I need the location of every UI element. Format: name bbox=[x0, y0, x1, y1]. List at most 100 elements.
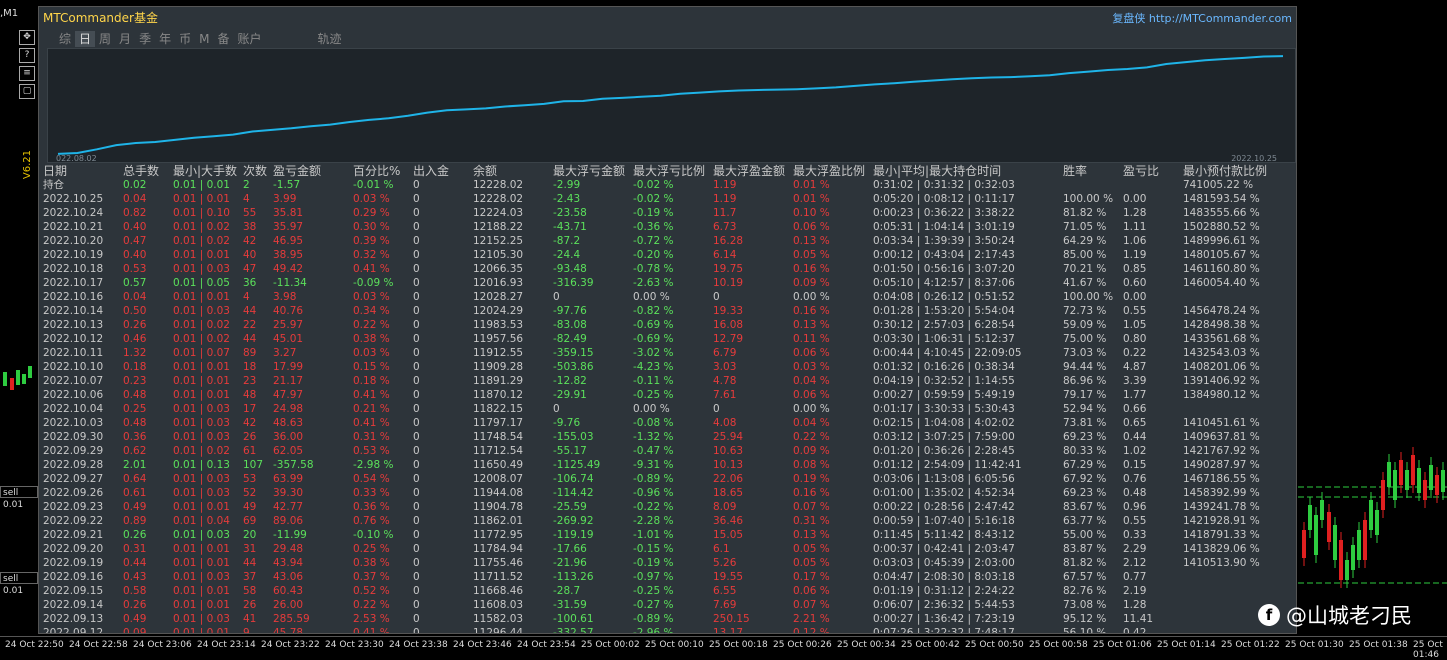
table-cell: -97.76 bbox=[553, 305, 587, 317]
table-cell: 11957.56 bbox=[473, 333, 524, 345]
table-cell: 0 bbox=[413, 403, 420, 415]
table-cell: -316.39 bbox=[553, 277, 594, 289]
column-header[interactable]: 次数 bbox=[243, 164, 267, 178]
table-cell: 2022.10.13 bbox=[43, 319, 104, 331]
column-header[interactable]: 最大浮亏比例 bbox=[633, 164, 705, 178]
column-header[interactable]: 最小预付款比例 bbox=[1183, 164, 1267, 178]
table-cell: -0.15 % bbox=[633, 543, 674, 555]
table-cell: 0.03 % bbox=[793, 361, 830, 373]
column-header[interactable]: 最小|大手数 bbox=[173, 164, 237, 178]
column-header[interactable]: 盈亏比 bbox=[1123, 164, 1159, 178]
column-header[interactable]: 最大浮盈比例 bbox=[793, 164, 865, 178]
table-cell: 0 bbox=[413, 431, 420, 443]
table-cell: 0.01 | 0.02 bbox=[173, 235, 230, 247]
table-cell: -2.63 % bbox=[633, 277, 674, 289]
table-cell: 0.25 bbox=[123, 403, 147, 415]
column-header[interactable]: 盈亏金额 bbox=[273, 164, 321, 178]
column-header[interactable]: 百分比% bbox=[353, 164, 400, 178]
table-cell: 0.33 bbox=[1123, 529, 1147, 541]
tab-9[interactable]: 账户 bbox=[233, 31, 265, 47]
candle bbox=[1387, 462, 1391, 487]
table-cell: 37 bbox=[243, 571, 257, 583]
table-cell: 0.01 | 0.01 bbox=[173, 627, 230, 634]
table-cell: 0 bbox=[413, 277, 420, 289]
table-cell: 741005.22 % bbox=[1183, 179, 1254, 191]
table-cell: 0 bbox=[553, 291, 560, 303]
table-cell: -0.47 % bbox=[633, 445, 674, 457]
table-cell: 2022.10.04 bbox=[43, 403, 104, 415]
candle bbox=[1429, 465, 1433, 490]
table-cell: 2022.10.14 bbox=[43, 305, 104, 317]
tab-4[interactable]: 季 bbox=[135, 31, 155, 47]
table-cell: 0.04 bbox=[123, 193, 147, 205]
table-cell: 0.31 % bbox=[353, 431, 390, 443]
table-cell: 2.12 bbox=[1123, 557, 1147, 569]
table-cell: 0.01 | 0.01 bbox=[173, 291, 230, 303]
table-cell: 0.26 bbox=[123, 599, 147, 611]
table-cell: 0.48 bbox=[1123, 487, 1147, 499]
table-cell: 0 bbox=[413, 459, 420, 471]
column-header[interactable]: 出入金 bbox=[413, 164, 449, 178]
tab-1[interactable]: 日 bbox=[75, 31, 96, 47]
watermark: f @山城老刁民 bbox=[1258, 600, 1412, 630]
table-cell: 0.01 | 0.01 bbox=[173, 193, 230, 205]
table-cell: -9.76 bbox=[553, 417, 581, 429]
table-cell: 107 bbox=[243, 459, 264, 471]
table-cell: 0 bbox=[413, 571, 420, 583]
table-cell: 63.99 bbox=[273, 473, 304, 485]
table-cell: 1480105.67 % bbox=[1183, 249, 1260, 261]
table-cell: 11784.94 bbox=[473, 543, 524, 555]
table-cell: 0:03:30 | 1:06:31 | 5:12:37 bbox=[873, 333, 1015, 345]
time-tick: 25 Oct 00:10 bbox=[645, 640, 704, 650]
table-cell: 11870.12 bbox=[473, 389, 524, 401]
tab-0[interactable]: 综 bbox=[55, 31, 75, 47]
table-cell: 1.32 bbox=[123, 347, 147, 359]
table-cell: 0:05:10 | 4:12:57 | 8:37:06 bbox=[873, 277, 1015, 289]
candle bbox=[1369, 500, 1373, 530]
table-cell: -269.92 bbox=[553, 515, 594, 527]
table-cell: 80.33 % bbox=[1063, 445, 1107, 457]
panel-title: MTCommander基金 bbox=[43, 11, 158, 25]
tab-2[interactable]: 周 bbox=[95, 31, 115, 47]
table-cell: 0.31 % bbox=[793, 515, 830, 527]
table-cell: 36.00 bbox=[273, 431, 304, 443]
table-cell: 0.03 % bbox=[353, 193, 390, 205]
table-cell: 0.01 | 0.03 bbox=[173, 263, 230, 275]
candle bbox=[1345, 560, 1349, 580]
tab-6[interactable]: 币 bbox=[175, 31, 195, 47]
column-header[interactable]: 胜率 bbox=[1063, 164, 1087, 178]
tab-5[interactable]: 年 bbox=[155, 31, 175, 47]
column-header[interactable]: 余额 bbox=[473, 164, 497, 178]
table-cell: 11822.15 bbox=[473, 403, 524, 415]
table-cell: 0 bbox=[413, 487, 420, 499]
table-cell: 0.57 bbox=[123, 277, 147, 289]
tab-3[interactable]: 月 bbox=[115, 31, 135, 47]
table-cell: 0 bbox=[413, 543, 420, 555]
table-cell: 19.75 bbox=[713, 263, 744, 275]
column-header[interactable]: 最大浮盈金额 bbox=[713, 164, 785, 178]
tab-10[interactable]: 轨迹 bbox=[314, 31, 346, 47]
watermark-text: @山城老刁民 bbox=[1286, 604, 1412, 628]
table-cell: 0.18 bbox=[123, 361, 147, 373]
time-tick: 25 Oct 01:06 bbox=[1093, 640, 1152, 650]
table-row: 2022.10.16 0.04 0.01 | 0.01 4 3.98 0.03 % 0 120… bbox=[43, 290, 1295, 304]
table-cell: -0.82 % bbox=[633, 305, 674, 317]
table-cell: 79.17 % bbox=[1063, 389, 1107, 401]
table-cell: 1467186.55 % bbox=[1183, 473, 1260, 485]
tab-8[interactable]: 备 bbox=[213, 31, 233, 47]
table-row: 2022.09.12 0.09 0.01 | 0.01 9 45.78 0.41 % 0 11… bbox=[43, 626, 1295, 634]
table-cell: -0.10 % bbox=[353, 529, 394, 541]
chart-start-date: 022.08.02 bbox=[56, 154, 97, 163]
table-row: 持仓 0.02 0.01 | 0.01 2 -1.57 -0.01 % 0 12228.02 -… bbox=[43, 178, 1295, 192]
column-header[interactable]: 总手数 bbox=[123, 164, 159, 178]
column-header[interactable]: 最大浮亏金额 bbox=[553, 164, 625, 178]
table-cell: 6.1 bbox=[713, 543, 730, 555]
column-header[interactable]: 最小|平均|最大持仓时间 bbox=[873, 164, 1001, 178]
table-cell: 0 bbox=[413, 627, 420, 634]
table-cell: 2022.09.26 bbox=[43, 487, 104, 499]
tab-7[interactable]: M bbox=[195, 31, 213, 47]
table-cell: 0 bbox=[413, 179, 420, 191]
website-link[interactable]: 复盘侠 http://MTCommander.com bbox=[1112, 10, 1292, 26]
column-header[interactable]: 日期 bbox=[43, 164, 67, 178]
table-cell: 42 bbox=[243, 235, 257, 247]
